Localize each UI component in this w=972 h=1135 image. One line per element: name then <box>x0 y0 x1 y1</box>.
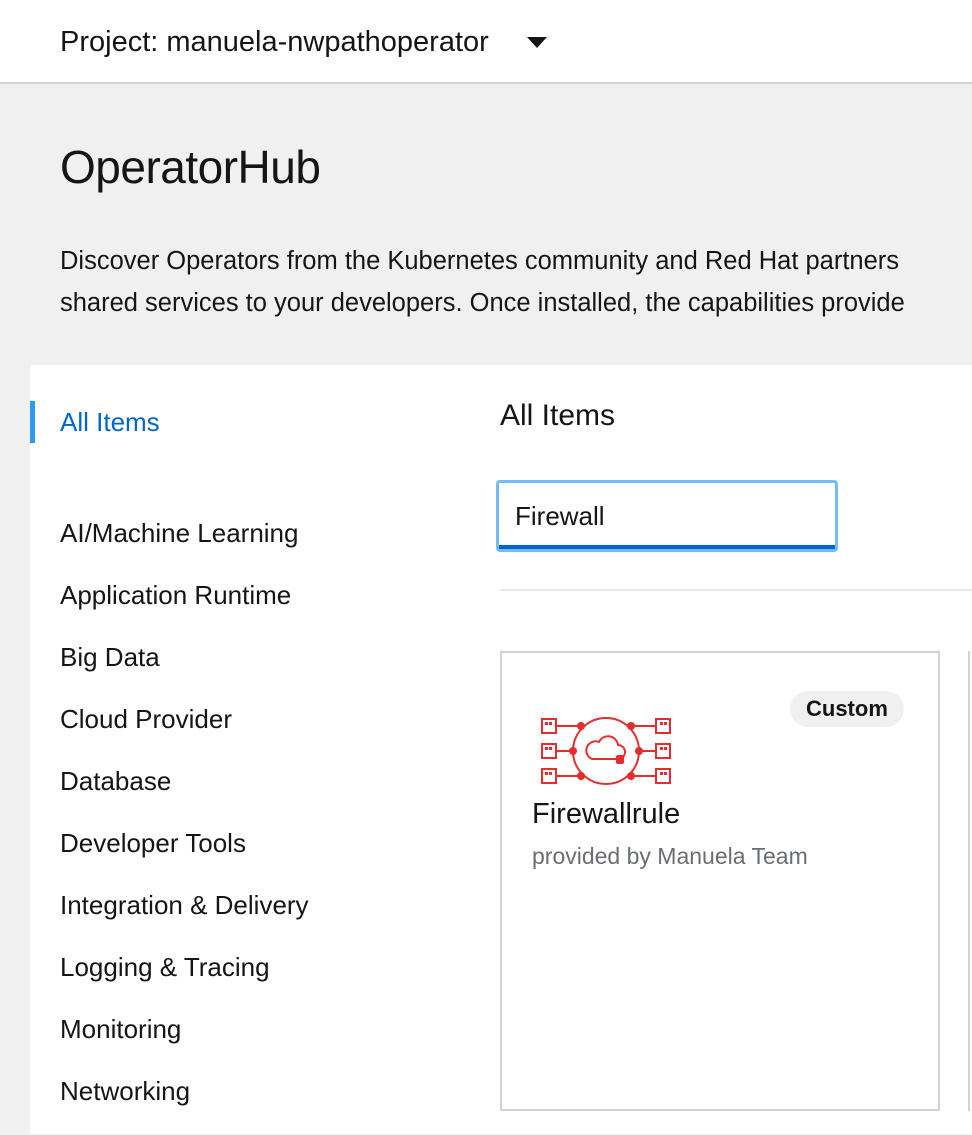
sidebar-item-developer-tools[interactable]: Developer Tools <box>60 825 309 887</box>
catalog-panel: All Items AI/Machine Learning Applicatio… <box>30 365 972 1134</box>
sidebar-item-ai-machine-learning[interactable]: AI/Machine Learning <box>60 515 309 577</box>
sidebar-item-all-items[interactable]: All Items <box>30 401 160 443</box>
content-title: All Items <box>500 399 616 432</box>
sidebar-item-logging-tracing[interactable]: Logging & Tracing <box>60 949 309 1011</box>
sidebar-item-big-data[interactable]: Big Data <box>60 639 309 701</box>
caret-down-icon <box>526 36 547 48</box>
sidebar-item-application-runtime[interactable]: Application Runtime <box>60 577 309 639</box>
description-line-2: shared services to your developers. Once… <box>60 289 905 317</box>
sidebar-item-monitoring[interactable]: Monitoring <box>60 1011 309 1073</box>
project-selector[interactable]: Project: manuela-nwpathoperator <box>60 22 547 62</box>
custom-badge: Custom <box>790 691 904 727</box>
operator-card-partial[interactable] <box>968 651 972 1111</box>
top-bar: Project: manuela-nwpathoperator <box>0 0 972 84</box>
project-label: Project: manuela-nwpathoperator <box>60 25 489 58</box>
divider <box>500 589 972 591</box>
card-provider: provided by Manuela Team <box>532 843 808 869</box>
sidebar-item-database[interactable]: Database <box>60 763 309 825</box>
card-title: Firewallrule <box>532 798 681 830</box>
sidebar-item-integration-delivery[interactable]: Integration & Delivery <box>60 887 309 949</box>
firewall-cloud-icon <box>541 717 671 785</box>
category-list: AI/Machine Learning Application Runtime … <box>60 515 309 1135</box>
page-description: Discover Operators from the Kubernetes c… <box>60 240 972 324</box>
description-line-1: Discover Operators from the Kubernetes c… <box>60 247 900 275</box>
search-input[interactable] <box>499 483 835 549</box>
sidebar-item-networking[interactable]: Networking <box>60 1073 309 1135</box>
search-box <box>496 480 838 552</box>
operator-card-firewallrule[interactable]: Custom Firewallrule provided by Manuela … <box>500 651 940 1111</box>
page-title: OperatorHub <box>60 141 321 193</box>
sidebar-item-cloud-provider[interactable]: Cloud Provider <box>60 701 309 763</box>
